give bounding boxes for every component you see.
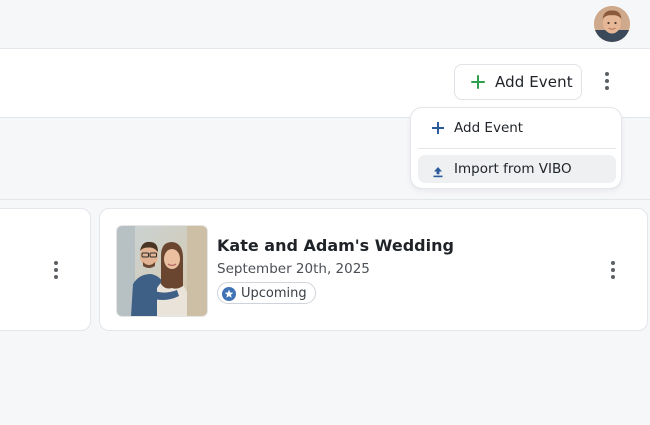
- status-label: Upcoming: [241, 285, 307, 301]
- event-card[interactable]: [0, 208, 91, 331]
- event-date: September 20th, 2025: [217, 261, 370, 277]
- event-card-more-icon[interactable]: [46, 258, 66, 282]
- menu-item-label: Add Event: [454, 120, 524, 136]
- add-event-dropdown-menu: Add Event Import from VIBO: [410, 107, 622, 189]
- upload-icon: [432, 163, 444, 178]
- menu-divider: [418, 148, 616, 149]
- menu-item-add-event[interactable]: Add Event: [418, 114, 616, 142]
- plus-icon: [432, 122, 444, 134]
- event-card-more-icon[interactable]: [603, 258, 623, 282]
- menu-item-label: Import from VIBO: [454, 161, 572, 177]
- add-event-button[interactable]: Add Event: [454, 64, 582, 100]
- couple-photo-icon: [117, 226, 207, 316]
- plus-icon: [471, 75, 485, 89]
- user-avatar-icon: [594, 6, 630, 42]
- event-photo: [116, 225, 208, 317]
- menu-item-import-from-vibo[interactable]: Import from VIBO: [418, 155, 616, 183]
- top-bar: [0, 0, 650, 49]
- status-badge: Upcoming: [217, 282, 316, 304]
- event-title[interactable]: Kate and Adam's Wedding: [217, 236, 454, 255]
- more-options-icon[interactable]: [597, 69, 617, 93]
- avatar[interactable]: [594, 6, 630, 42]
- add-event-label: Add Event: [495, 73, 573, 91]
- star-badge-icon: [222, 286, 236, 301]
- event-card[interactable]: Kate and Adam's Wedding September 20th, …: [99, 208, 648, 331]
